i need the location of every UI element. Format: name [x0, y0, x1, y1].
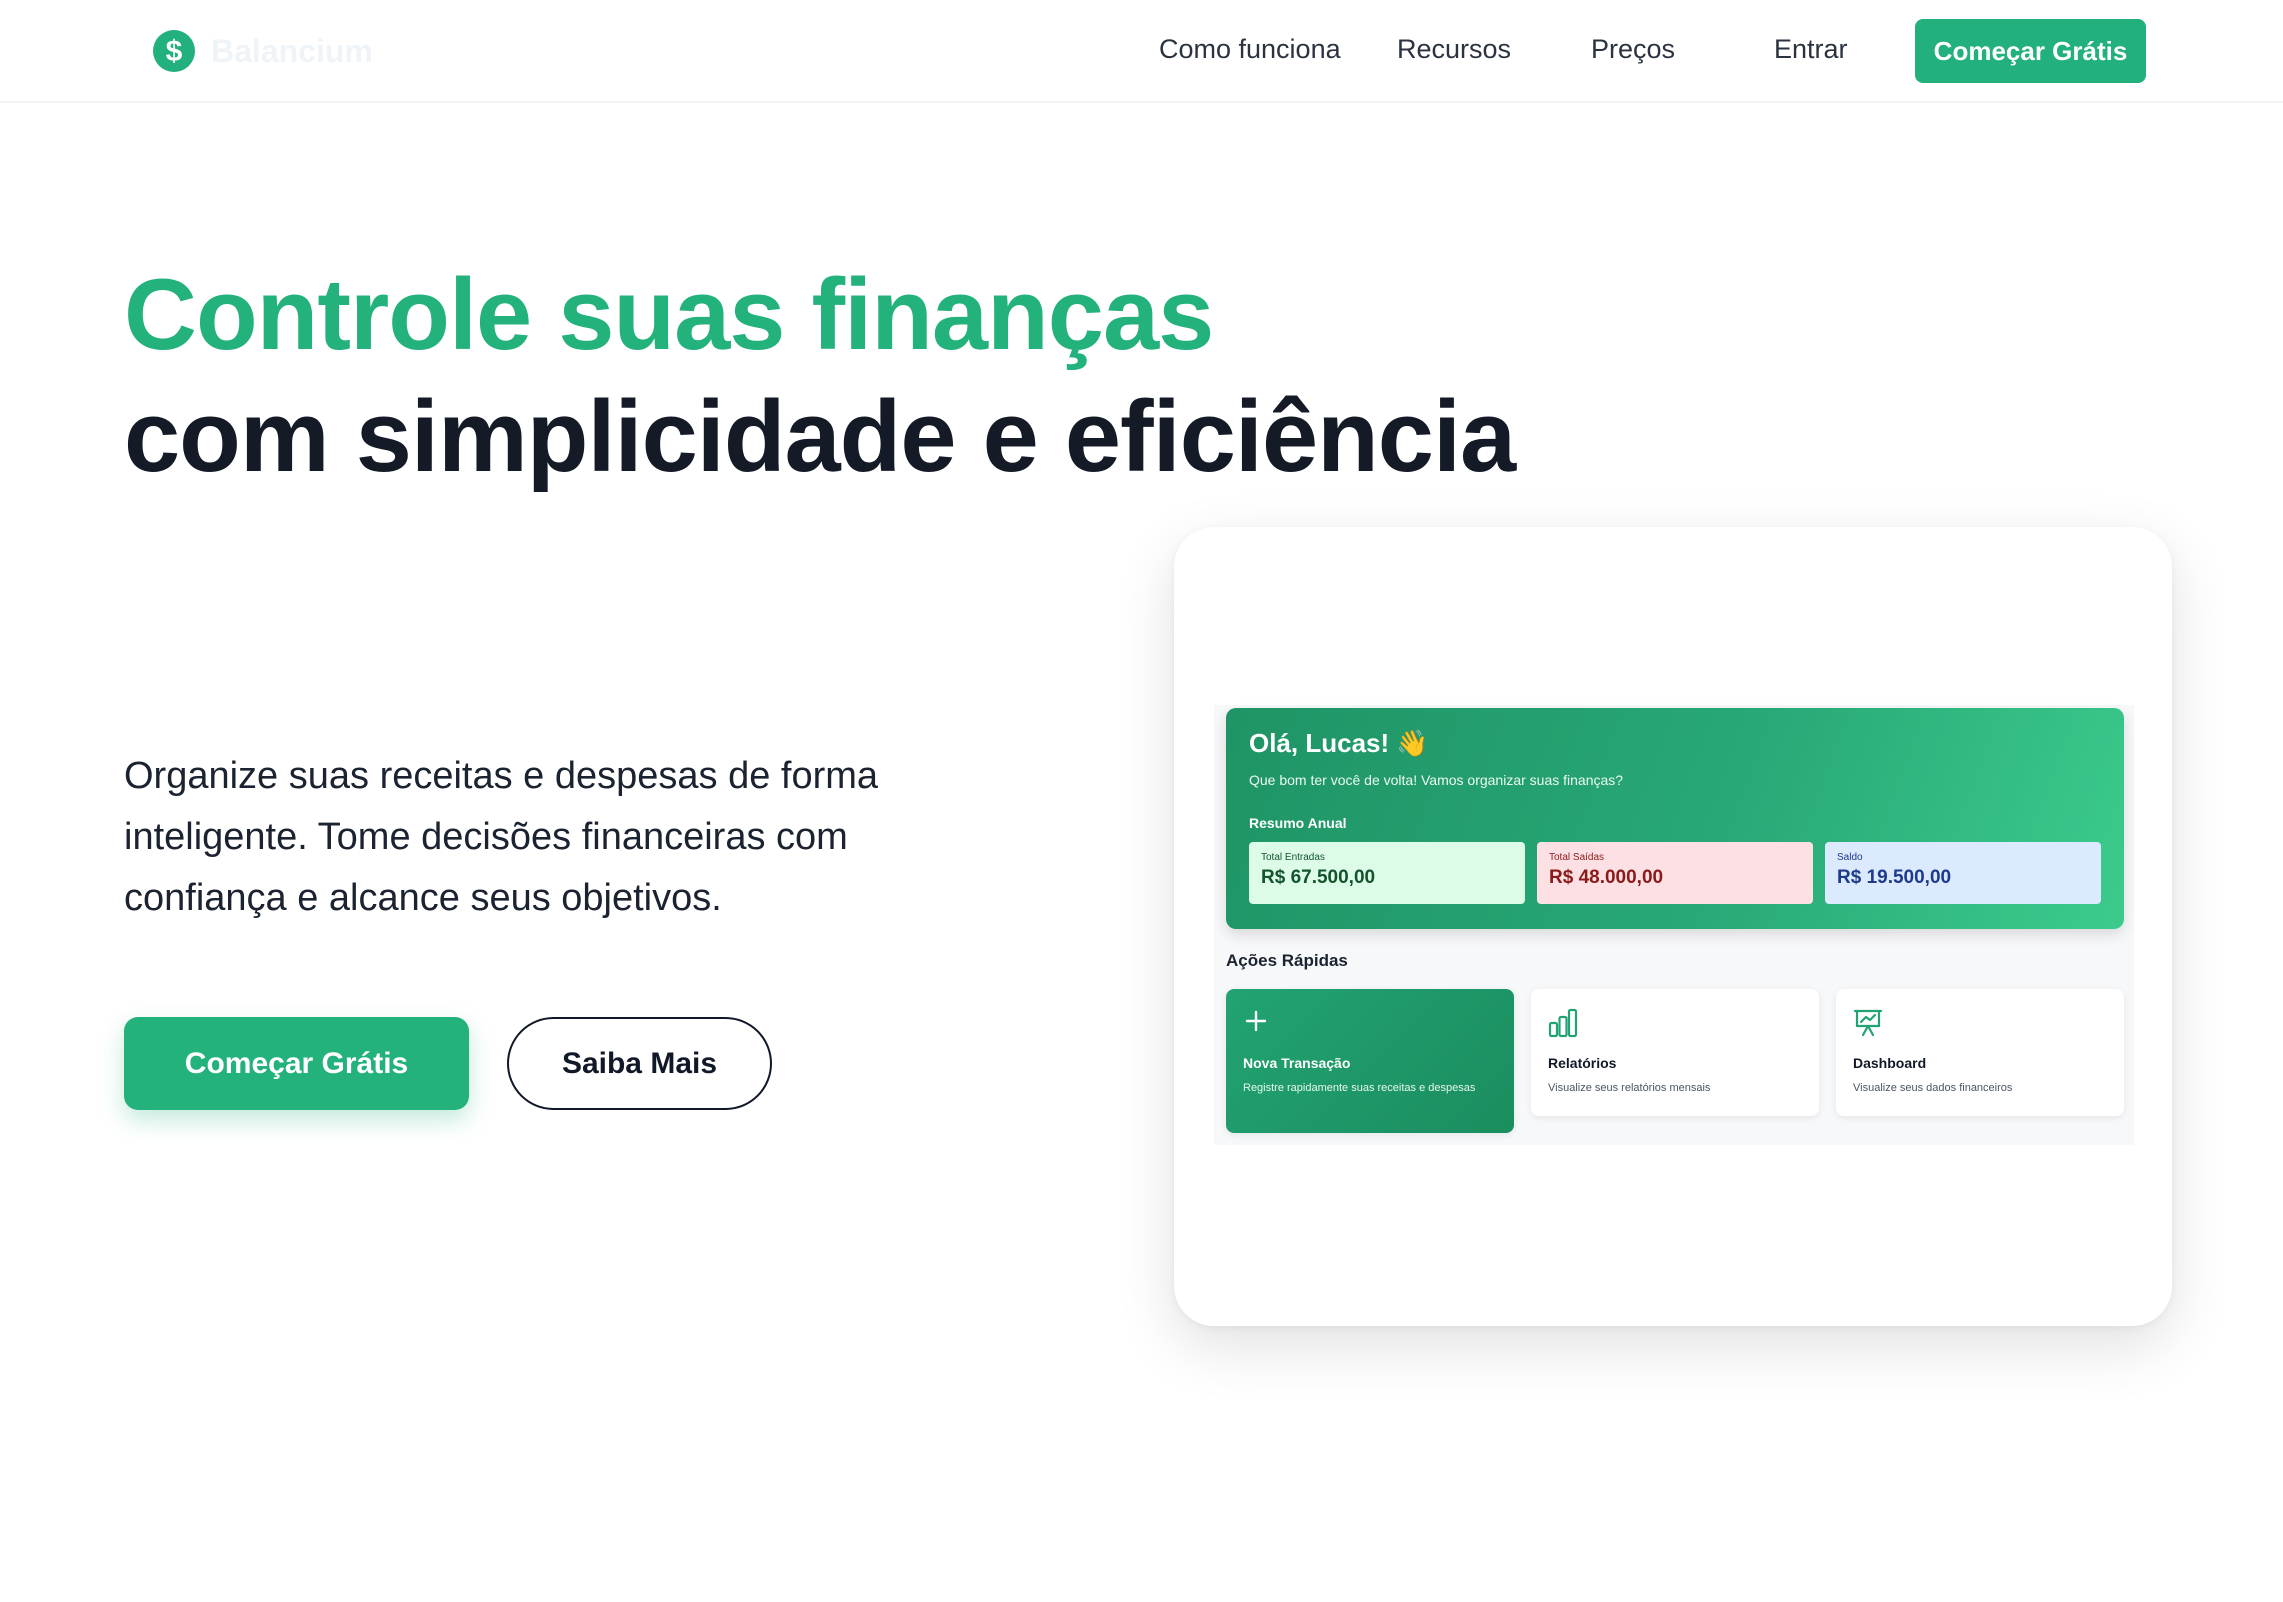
- quick-action-description: Visualize seus dados financeiros: [1853, 1082, 2013, 1094]
- quick-actions-heading: Ações Rápidas: [1226, 951, 1348, 970]
- greeting-title: Olá, Lucas! 👋: [1249, 728, 1429, 758]
- quick-action-title: Nova Transação: [1243, 1055, 1351, 1071]
- nav-link-entrar[interactable]: Entrar: [1774, 34, 1848, 65]
- quick-action-title: Dashboard: [1853, 1055, 1927, 1071]
- annual-summary-heading: Resumo Anual: [1249, 815, 1347, 831]
- quick-action-description: Visualize seus relatórios mensais: [1548, 1082, 1711, 1094]
- nav-link-precos[interactable]: Preços: [1591, 34, 1675, 65]
- quick-action-dashboard[interactable]: Dashboard Visualize seus dados financeir…: [1836, 989, 2124, 1116]
- svg-text:$: $: [166, 35, 183, 68]
- stat-label: Total Saídas: [1549, 852, 1605, 863]
- brand-name: Balancium: [211, 32, 373, 69]
- stat-total-expenses: Total Saídas R$ 48.000,00: [1537, 842, 1813, 904]
- quick-action-description: Registre rapidamente suas receitas e des…: [1243, 1082, 1476, 1094]
- bar-chart-icon: [1547, 1007, 1579, 1044]
- plus-icon: [1242, 1007, 1270, 1040]
- quick-action-reports[interactable]: Relatórios Visualize seus relatórios men…: [1531, 989, 1819, 1116]
- quick-action-title: Relatórios: [1548, 1055, 1617, 1071]
- brand-logo[interactable]: $ Balancium: [153, 30, 373, 72]
- hero-title-line-2: com simplicidade e eficiência: [124, 381, 1516, 493]
- dollar-icon: $: [153, 30, 195, 72]
- quick-action-new-transaction[interactable]: Nova Transação Registre rapidamente suas…: [1226, 989, 1514, 1133]
- hero-subtitle: Organize suas receitas e despesas de for…: [124, 755, 879, 919]
- stat-value: R$ 19.500,00: [1837, 867, 1952, 888]
- app-preview-card: Olá, Lucas! 👋 Que bom ter você de volta!…: [1174, 527, 2172, 1326]
- presentation-chart-icon: [1852, 1007, 1884, 1044]
- hero-start-free-button[interactable]: Começar Grátis: [124, 1017, 469, 1110]
- hero-title-line-1: Controle suas finanças: [124, 259, 1214, 371]
- dashboard-preview: Olá, Lucas! 👋 Que bom ter você de volta!…: [1214, 705, 2134, 1145]
- nav-start-free-button[interactable]: Começar Grátis: [1915, 19, 2146, 83]
- stat-label: Total Entradas: [1261, 852, 1325, 863]
- nav-link-como-funciona[interactable]: Como funciona: [1159, 34, 1341, 65]
- nav-link-recursos[interactable]: Recursos: [1397, 34, 1511, 65]
- top-navbar: $ Balancium Como funciona Recursos Preço…: [0, 0, 2283, 103]
- hero-learn-more-button[interactable]: Saiba Mais: [507, 1017, 772, 1110]
- greeting-banner: Olá, Lucas! 👋 Que bom ter você de volta!…: [1226, 708, 2124, 929]
- stat-value: R$ 67.500,00: [1261, 867, 1376, 888]
- stat-balance: Saldo R$ 19.500,00: [1825, 842, 2101, 904]
- stat-total-income: Total Entradas R$ 67.500,00: [1249, 842, 1525, 904]
- greeting-subtitle: Que bom ter você de volta! Vamos organiz…: [1249, 772, 1624, 788]
- stat-value: R$ 48.000,00: [1549, 867, 1664, 888]
- stat-label: Saldo: [1837, 852, 1863, 863]
